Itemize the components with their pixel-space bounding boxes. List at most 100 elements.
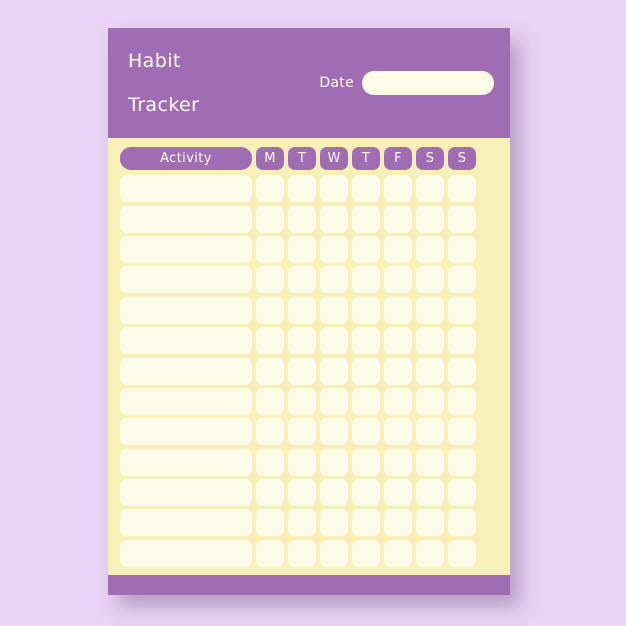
habit-checkbox-cell[interactable]: [256, 357, 284, 385]
activity-input[interactable]: [120, 539, 252, 567]
habit-checkbox-cell[interactable]: [288, 266, 316, 294]
habit-checkbox-cell[interactable]: [256, 296, 284, 324]
habit-checkbox-cell[interactable]: [320, 357, 348, 385]
habit-checkbox-cell[interactable]: [256, 509, 284, 537]
habit-checkbox-cell[interactable]: [288, 296, 316, 324]
activity-input[interactable]: [120, 357, 252, 385]
activity-input[interactable]: [120, 327, 252, 355]
habit-checkbox-cell[interactable]: [448, 327, 476, 355]
habit-checkbox-cell[interactable]: [352, 235, 380, 263]
activity-input[interactable]: [120, 418, 252, 446]
habit-checkbox-cell[interactable]: [256, 387, 284, 415]
habit-checkbox-cell[interactable]: [384, 387, 412, 415]
date-input[interactable]: [362, 71, 494, 96]
activity-column-header[interactable]: Activity: [120, 147, 252, 171]
habit-checkbox-cell[interactable]: [288, 539, 316, 567]
habit-checkbox-cell[interactable]: [320, 418, 348, 446]
habit-checkbox-cell[interactable]: [352, 357, 380, 385]
habit-checkbox-cell[interactable]: [448, 266, 476, 294]
habit-checkbox-cell[interactable]: [256, 479, 284, 507]
habit-checkbox-cell[interactable]: [416, 387, 444, 415]
activity-input[interactable]: [120, 205, 252, 233]
habit-checkbox-cell[interactable]: [288, 479, 316, 507]
habit-checkbox-cell[interactable]: [448, 357, 476, 385]
day-column-header-tue[interactable]: T: [288, 147, 316, 171]
habit-checkbox-cell[interactable]: [384, 235, 412, 263]
habit-checkbox-cell[interactable]: [416, 266, 444, 294]
habit-checkbox-cell[interactable]: [256, 327, 284, 355]
habit-checkbox-cell[interactable]: [448, 539, 476, 567]
habit-checkbox-cell[interactable]: [256, 205, 284, 233]
habit-checkbox-cell[interactable]: [416, 509, 444, 537]
habit-checkbox-cell[interactable]: [288, 418, 316, 446]
habit-checkbox-cell[interactable]: [416, 448, 444, 476]
habit-checkbox-cell[interactable]: [448, 479, 476, 507]
habit-checkbox-cell[interactable]: [384, 357, 412, 385]
habit-checkbox-cell[interactable]: [448, 205, 476, 233]
habit-checkbox-cell[interactable]: [352, 296, 380, 324]
activity-input[interactable]: [120, 235, 252, 263]
habit-checkbox-cell[interactable]: [384, 539, 412, 567]
habit-checkbox-cell[interactable]: [320, 296, 348, 324]
habit-checkbox-cell[interactable]: [448, 296, 476, 324]
habit-checkbox-cell[interactable]: [352, 448, 380, 476]
habit-checkbox-cell[interactable]: [320, 235, 348, 263]
habit-checkbox-cell[interactable]: [448, 448, 476, 476]
habit-checkbox-cell[interactable]: [288, 235, 316, 263]
habit-checkbox-cell[interactable]: [384, 175, 412, 203]
habit-checkbox-cell[interactable]: [256, 175, 284, 203]
habit-checkbox-cell[interactable]: [320, 266, 348, 294]
habit-checkbox-cell[interactable]: [320, 479, 348, 507]
habit-checkbox-cell[interactable]: [288, 387, 316, 415]
habit-checkbox-cell[interactable]: [352, 266, 380, 294]
habit-checkbox-cell[interactable]: [320, 387, 348, 415]
habit-checkbox-cell[interactable]: [320, 205, 348, 233]
habit-checkbox-cell[interactable]: [416, 418, 444, 446]
habit-checkbox-cell[interactable]: [256, 266, 284, 294]
habit-checkbox-cell[interactable]: [384, 479, 412, 507]
day-column-header-fri[interactable]: F: [384, 147, 412, 171]
activity-input[interactable]: [120, 479, 252, 507]
activity-input[interactable]: [120, 509, 252, 537]
habit-checkbox-cell[interactable]: [256, 539, 284, 567]
habit-checkbox-cell[interactable]: [416, 205, 444, 233]
day-column-header-sun[interactable]: S: [448, 147, 476, 171]
habit-checkbox-cell[interactable]: [448, 418, 476, 446]
habit-checkbox-cell[interactable]: [416, 539, 444, 567]
habit-checkbox-cell[interactable]: [288, 509, 316, 537]
habit-checkbox-cell[interactable]: [320, 539, 348, 567]
habit-checkbox-cell[interactable]: [320, 509, 348, 537]
activity-input[interactable]: [120, 448, 252, 476]
habit-checkbox-cell[interactable]: [384, 327, 412, 355]
habit-checkbox-cell[interactable]: [320, 175, 348, 203]
habit-checkbox-cell[interactable]: [352, 509, 380, 537]
habit-checkbox-cell[interactable]: [416, 175, 444, 203]
habit-checkbox-cell[interactable]: [448, 175, 476, 203]
habit-checkbox-cell[interactable]: [416, 357, 444, 385]
habit-checkbox-cell[interactable]: [384, 266, 412, 294]
habit-checkbox-cell[interactable]: [288, 205, 316, 233]
habit-checkbox-cell[interactable]: [448, 387, 476, 415]
activity-input[interactable]: [120, 175, 252, 203]
habit-checkbox-cell[interactable]: [416, 235, 444, 263]
habit-checkbox-cell[interactable]: [352, 327, 380, 355]
habit-checkbox-cell[interactable]: [256, 448, 284, 476]
habit-checkbox-cell[interactable]: [352, 479, 380, 507]
activity-input[interactable]: [120, 266, 252, 294]
day-column-header-sat[interactable]: S: [416, 147, 444, 171]
habit-checkbox-cell[interactable]: [384, 205, 412, 233]
habit-checkbox-cell[interactable]: [416, 327, 444, 355]
habit-checkbox-cell[interactable]: [288, 175, 316, 203]
activity-input[interactable]: [120, 387, 252, 415]
habit-checkbox-cell[interactable]: [384, 448, 412, 476]
habit-checkbox-cell[interactable]: [320, 327, 348, 355]
habit-checkbox-cell[interactable]: [448, 235, 476, 263]
habit-checkbox-cell[interactable]: [384, 509, 412, 537]
habit-checkbox-cell[interactable]: [320, 448, 348, 476]
habit-checkbox-cell[interactable]: [256, 235, 284, 263]
day-column-header-mon[interactable]: M: [256, 147, 284, 171]
habit-checkbox-cell[interactable]: [352, 539, 380, 567]
habit-checkbox-cell[interactable]: [448, 509, 476, 537]
habit-checkbox-cell[interactable]: [416, 296, 444, 324]
habit-checkbox-cell[interactable]: [256, 418, 284, 446]
